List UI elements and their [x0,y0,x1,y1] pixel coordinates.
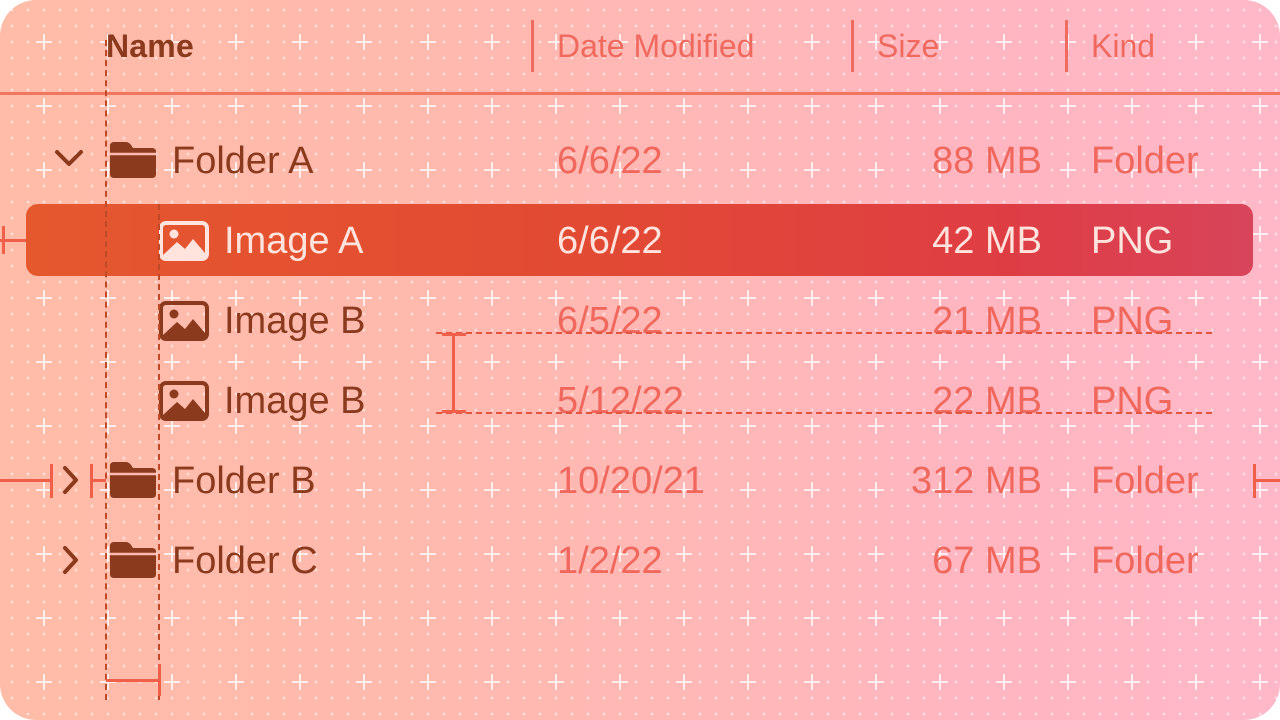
indent-guide-line [158,204,160,700]
row-height-guide [436,332,1212,334]
item-kind: PNG [1091,300,1174,342]
chevron-down-icon[interactable] [54,148,84,168]
column-header: Name Date Modified Size Kind [0,0,1280,95]
column-kind-header[interactable]: Kind [1091,28,1155,65]
list-item[interactable]: Folder C 1/2/22 67 MB Folder [0,524,1280,596]
indent-measure [106,679,160,682]
item-kind: Folder [1091,460,1199,502]
item-date: 6/6/22 [557,140,663,182]
item-size: 22 MB [932,380,1042,422]
item-size: 42 MB [932,220,1042,262]
column-size-header[interactable]: Size [877,28,939,65]
item-name: Image A [224,220,364,262]
file-list-canvas: Name Date Modified Size Kind Folder A 6/… [0,0,1280,720]
item-size: 21 MB [932,300,1042,342]
list-item-selected[interactable]: Image A 6/6/22 42 MB PNG [0,204,1280,276]
item-size: 88 MB [932,140,1042,182]
item-name: Folder C [172,540,318,582]
item-name: Folder A [172,140,314,182]
item-kind: Folder [1091,140,1199,182]
list-item[interactable]: Folder B 10/20/21 312 MB Folder [0,444,1280,516]
folder-icon [110,142,156,178]
chevron-spacing-measure-cap [90,464,93,498]
chevron-spacing-measure [0,479,52,482]
inset-measure-cap [2,226,5,254]
item-name: Image B [224,380,366,422]
image-icon [159,381,209,421]
folder-icon [110,542,156,578]
item-kind: Folder [1091,540,1199,582]
item-size: 67 MB [932,540,1042,582]
row-height-measure-cap [442,410,466,413]
item-kind: PNG [1091,220,1174,262]
column-divider[interactable] [531,20,534,72]
header-separator [0,92,1280,95]
list-item[interactable]: Image B 6/5/22 21 MB PNG [0,284,1280,356]
grid-crosses [0,0,1280,720]
row-height-guide [436,412,1212,414]
item-date: 1/2/22 [557,540,663,582]
chevron-right-icon[interactable] [60,464,82,496]
item-date: 10/20/21 [557,460,705,502]
image-icon [159,301,209,341]
item-name: Image B [224,300,366,342]
indent-guide-line [105,40,107,700]
column-divider[interactable] [1065,20,1068,72]
item-date: 6/5/22 [557,300,663,342]
item-kind: PNG [1091,380,1174,422]
item-date: 5/12/22 [557,380,684,422]
row-height-measure [452,334,455,412]
right-inset-measure [1253,479,1280,482]
column-date-header[interactable]: Date Modified [557,28,754,65]
item-name: Folder B [172,460,316,502]
image-icon [159,221,209,261]
indent-measure-cap [158,664,161,696]
chevron-spacing-measure-cap [50,464,53,498]
item-size: 312 MB [911,460,1042,502]
item-date: 6/6/22 [557,220,663,262]
chevron-right-icon[interactable] [60,544,82,576]
column-divider[interactable] [851,20,854,72]
folder-icon [110,462,156,498]
list-item[interactable]: Image B 5/12/22 22 MB PNG [0,364,1280,436]
row-height-measure-cap [442,333,466,336]
list-item[interactable]: Folder A 6/6/22 88 MB Folder [0,124,1280,196]
column-name-header[interactable]: Name [106,28,194,65]
